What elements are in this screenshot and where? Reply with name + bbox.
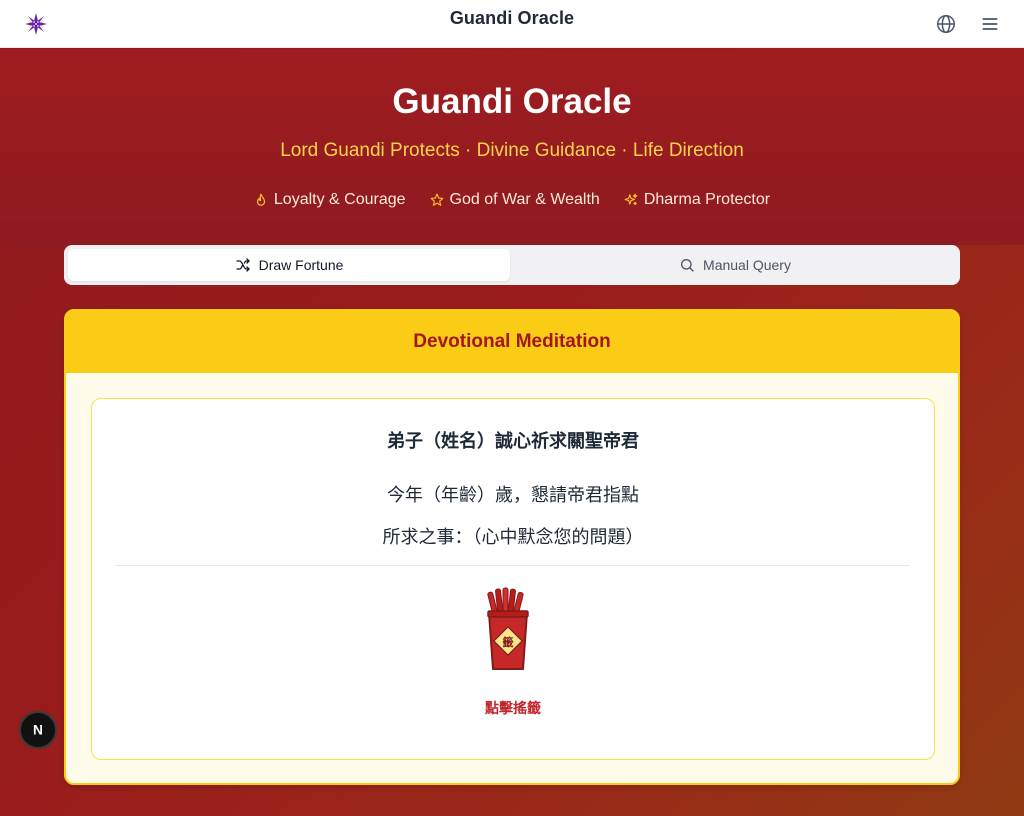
top-bar: Guandi Oracle	[0, 0, 1024, 48]
shake-fortune-button[interactable]: 點擊搖籤	[92, 698, 934, 718]
floating-n-button[interactable]: N	[19, 711, 57, 749]
prayer-line-1: 弟子（姓名）誠心祈求關聖帝君	[387, 431, 639, 451]
hero-subtitle: Lord Guandi Protects · Divine Guidance ·…	[280, 140, 744, 161]
feature-badges: Loyalty & Courage God of War & Wealth Dh…	[0, 191, 1024, 209]
badge-label: Dharma Protector	[643, 191, 771, 208]
prayer-line-2: 今年（年齡）歲，懇請帝君指點	[387, 485, 639, 505]
tab-label: Draw Fortune	[258, 257, 344, 273]
divider	[116, 565, 910, 566]
card-header: Devotional Meditation	[66, 311, 958, 373]
menu-hamburger-icon[interactable]	[978, 12, 1002, 36]
meditation-card: Devotional Meditation 弟子（姓名）誠心祈求關聖帝君 今年（…	[64, 309, 960, 785]
shaker-label: 籤	[503, 635, 514, 649]
badge-label: Loyalty & Courage	[273, 191, 406, 208]
search-icon	[681, 259, 694, 272]
sparkles-icon	[624, 193, 638, 206]
hero-title: Guandi Oracle	[392, 82, 632, 121]
badge-loyalty: Loyalty & Courage	[254, 191, 406, 209]
badge-label: God of War & Wealth	[449, 191, 600, 208]
prayer-line-3: 所求之事：（心中默念您的問題）	[382, 527, 644, 547]
badge-dharma: Dharma Protector	[624, 191, 770, 209]
tab-draw-fortune[interactable]: Draw Fortune	[68, 249, 510, 281]
tab-manual-query[interactable]: Manual Query	[514, 249, 956, 281]
shuffle-icon	[235, 258, 250, 272]
flame-icon	[256, 193, 265, 206]
language-globe-icon[interactable]	[934, 12, 958, 36]
mode-tabs: Draw Fortune Manual Query	[64, 245, 960, 285]
prayer-panel: 弟子（姓名）誠心祈求關聖帝君 今年（年齡）歲，懇請帝君指點 所求之事：（心中默念…	[91, 398, 935, 760]
app-title: Guandi Oracle	[449, 8, 575, 28]
badge-god-of-war: God of War & Wealth	[430, 191, 600, 209]
star-icon	[430, 193, 443, 206]
fortune-stick-cup-icon[interactable]: 籤	[482, 587, 534, 673]
tab-label: Manual Query	[703, 257, 791, 273]
n-letter: N	[33, 723, 43, 738]
